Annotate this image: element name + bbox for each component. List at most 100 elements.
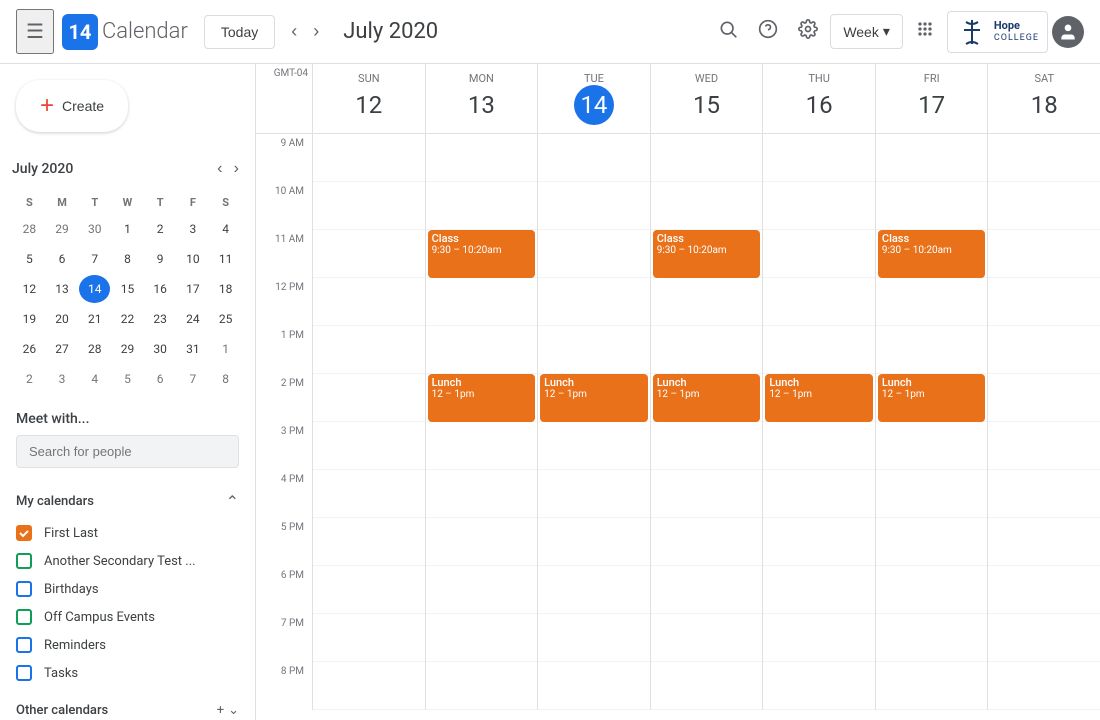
- day-header[interactable]: SAT18: [987, 64, 1100, 133]
- hour-slot[interactable]: [988, 566, 1100, 614]
- mini-cal-day[interactable]: 28: [79, 335, 110, 363]
- calendar-checkbox[interactable]: [16, 525, 32, 541]
- mini-cal-day[interactable]: 10: [178, 245, 209, 273]
- mini-cal-day[interactable]: 4: [79, 365, 110, 393]
- mini-cal-day[interactable]: 2: [14, 365, 45, 393]
- mini-cal-day[interactable]: 29: [112, 335, 143, 363]
- hour-slot[interactable]: [763, 662, 875, 710]
- hour-slot[interactable]: [651, 614, 763, 662]
- hour-slot[interactable]: [763, 422, 875, 470]
- mini-cal-day[interactable]: 20: [47, 305, 78, 333]
- hour-slot[interactable]: [651, 566, 763, 614]
- calendar-item[interactable]: Another Secondary Test ...: [0, 547, 255, 575]
- settings-icon[interactable]: [790, 11, 826, 53]
- calendar-event[interactable]: Lunch12 – 1pm: [765, 374, 873, 422]
- hour-slot[interactable]: [538, 470, 650, 518]
- calendar-item[interactable]: Reminders: [0, 631, 255, 659]
- mini-cal-day[interactable]: 22: [112, 305, 143, 333]
- hour-slot[interactable]: [876, 518, 988, 566]
- mini-cal-day[interactable]: 6: [47, 245, 78, 273]
- my-calendars-header[interactable]: My calendars ⌃: [0, 484, 255, 519]
- view-selector[interactable]: Week ▾: [830, 14, 903, 49]
- mini-cal-day[interactable]: 6: [145, 365, 176, 393]
- calendar-checkbox[interactable]: [16, 637, 32, 653]
- calendar-event[interactable]: Class9:30 – 10:20am: [653, 230, 761, 278]
- hour-slot[interactable]: [313, 134, 425, 182]
- mini-cal-day[interactable]: 28: [14, 215, 45, 243]
- add-other-cal-icon[interactable]: +: [217, 703, 224, 718]
- mini-cal-day[interactable]: 25: [210, 305, 241, 333]
- mini-cal-day[interactable]: 23: [145, 305, 176, 333]
- menu-icon[interactable]: ☰: [16, 9, 54, 54]
- hour-slot[interactable]: [313, 374, 425, 422]
- mini-cal-day[interactable]: 3: [178, 215, 209, 243]
- hour-slot[interactable]: [538, 230, 650, 278]
- mini-cal-day[interactable]: 7: [79, 245, 110, 273]
- hour-slot[interactable]: [538, 326, 650, 374]
- mini-cal-day[interactable]: 26: [14, 335, 45, 363]
- mini-cal-prev[interactable]: ‹: [213, 156, 226, 182]
- mini-cal-day[interactable]: 2: [145, 215, 176, 243]
- calendar-checkbox[interactable]: [16, 581, 32, 597]
- org-logo[interactable]: Hope COLLEGE: [947, 11, 1048, 53]
- help-icon[interactable]: [750, 11, 786, 53]
- mini-cal-day[interactable]: 1: [210, 335, 241, 363]
- hour-slot[interactable]: [651, 326, 763, 374]
- hour-slot[interactable]: [651, 182, 763, 230]
- hour-slot[interactable]: [426, 326, 538, 374]
- mini-cal-day[interactable]: 15: [112, 275, 143, 303]
- mini-cal-day[interactable]: 8: [210, 365, 241, 393]
- create-button[interactable]: + Create: [16, 80, 128, 132]
- hour-slot[interactable]: [538, 518, 650, 566]
- mini-cal-day[interactable]: 13: [47, 275, 78, 303]
- apps-icon[interactable]: [907, 11, 943, 53]
- mini-cal-day[interactable]: 9: [145, 245, 176, 273]
- mini-cal-day[interactable]: 16: [145, 275, 176, 303]
- calendar-item[interactable]: Birthdays: [0, 575, 255, 603]
- hour-slot[interactable]: [876, 470, 988, 518]
- day-header[interactable]: THU16: [762, 64, 875, 133]
- hour-slot[interactable]: [763, 614, 875, 662]
- mini-cal-day[interactable]: 30: [79, 215, 110, 243]
- hour-slot[interactable]: [313, 566, 425, 614]
- hour-slot[interactable]: [876, 182, 988, 230]
- hour-slot[interactable]: [763, 230, 875, 278]
- hour-slot[interactable]: [763, 326, 875, 374]
- hour-slot[interactable]: [313, 614, 425, 662]
- next-arrow[interactable]: ›: [305, 13, 327, 50]
- hour-slot[interactable]: [876, 326, 988, 374]
- mini-cal-day[interactable]: 19: [14, 305, 45, 333]
- calendar-event[interactable]: Lunch12 – 1pm: [428, 374, 536, 422]
- hour-slot[interactable]: [651, 518, 763, 566]
- hour-slot[interactable]: [988, 326, 1100, 374]
- hour-slot[interactable]: [988, 518, 1100, 566]
- hour-slot[interactable]: [313, 518, 425, 566]
- calendar-checkbox[interactable]: [16, 665, 32, 681]
- hour-slot[interactable]: [763, 182, 875, 230]
- calendar-event[interactable]: Class9:30 – 10:20am: [878, 230, 986, 278]
- day-header[interactable]: SUN12: [312, 64, 425, 133]
- hour-slot[interactable]: [313, 422, 425, 470]
- hour-slot[interactable]: [313, 230, 425, 278]
- hour-slot[interactable]: [426, 662, 538, 710]
- hour-slot[interactable]: [876, 422, 988, 470]
- mini-cal-day[interactable]: 12: [14, 275, 45, 303]
- mini-cal-day[interactable]: 3: [47, 365, 78, 393]
- other-calendars-header[interactable]: Other calendars + ⌄: [0, 695, 255, 720]
- hour-slot[interactable]: [988, 422, 1100, 470]
- hour-slot[interactable]: [763, 134, 875, 182]
- calendar-item[interactable]: Off Campus Events: [0, 603, 255, 631]
- mini-cal-day[interactable]: 17: [178, 275, 209, 303]
- hour-slot[interactable]: [651, 470, 763, 518]
- hour-slot[interactable]: [763, 518, 875, 566]
- hour-slot[interactable]: [651, 134, 763, 182]
- hour-slot[interactable]: [538, 134, 650, 182]
- hour-slot[interactable]: [988, 278, 1100, 326]
- hour-slot[interactable]: [313, 470, 425, 518]
- day-header[interactable]: MON13: [425, 64, 538, 133]
- mini-cal-day[interactable]: 1: [112, 215, 143, 243]
- hour-slot[interactable]: [876, 278, 988, 326]
- mini-cal-day[interactable]: 4: [210, 215, 241, 243]
- hour-slot[interactable]: [426, 278, 538, 326]
- calendar-event[interactable]: Lunch12 – 1pm: [878, 374, 986, 422]
